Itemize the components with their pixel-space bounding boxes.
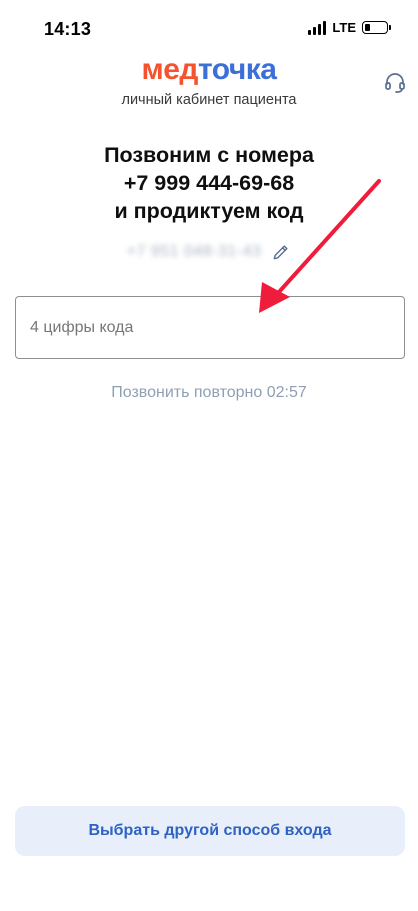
resend-call-timer: Позвонить повторно 02:57 [111,384,307,401]
annotation-arrow [259,179,381,313]
alt-login-button[interactable]: Выбрать другой способ входа [15,806,405,856]
battery-icon [362,21,391,34]
caller-phone-number: +7 999 444-69-68 [123,171,295,195]
pencil-icon[interactable] [271,242,291,262]
headset-icon[interactable] [383,70,407,94]
status-bar: 14:13 LTE [0,0,418,60]
brand-header: медточка личный кабинет пациента [0,54,418,109]
medtochka-logo: медточка [0,54,418,86]
status-indicators: LTE [308,20,391,35]
user-phone-number: +7 951 048-31-43 [126,243,262,260]
logo-part-tochka: точка [197,53,277,86]
call-instruction-line1: Позвоним с номера [104,143,314,167]
network-type: LTE [332,20,356,35]
user-phone-row: +7 951 048-31-43 [0,242,418,262]
status-time: 14:13 [44,19,92,39]
battery-level [365,24,370,31]
call-instruction: Позвоним с номера +7 999 444-69-68 и про… [0,141,418,225]
code-input[interactable] [15,296,405,359]
brand-subtitle: личный кабинет пациента [121,92,297,108]
call-instruction-line3: и продиктуем код [114,199,304,223]
signal-icon [308,20,327,35]
logo-part-med: мед [141,53,199,86]
